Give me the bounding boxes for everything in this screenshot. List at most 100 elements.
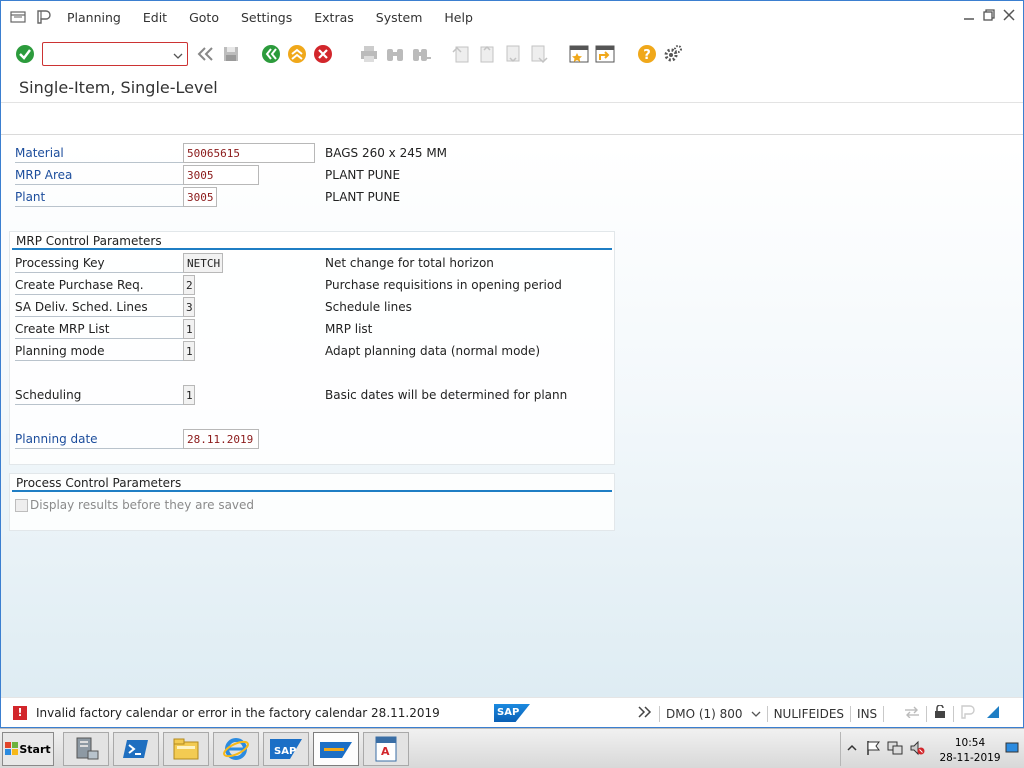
error-icon: ! — [13, 705, 27, 720]
clock[interactable]: 10:54 28-11-2019 — [935, 736, 1005, 766]
taskbar-sap-gui[interactable] — [313, 732, 359, 766]
menu-edit[interactable]: Edit — [143, 10, 167, 25]
enter-icon[interactable] — [14, 43, 36, 65]
scheduling-input[interactable]: 1 — [183, 385, 195, 405]
taskbar-file-explorer[interactable] — [163, 732, 209, 766]
show-hidden-icons-icon[interactable] — [847, 742, 857, 756]
status-divider — [850, 705, 852, 722]
flag-icon[interactable] — [865, 740, 881, 759]
status-message[interactable]: Invalid factory calendar or error in the… — [36, 706, 440, 720]
taskbar-powershell[interactable] — [113, 732, 159, 766]
display-results-checkbox[interactable] — [15, 498, 28, 512]
restore-icon[interactable] — [983, 9, 995, 21]
expand-status-icon[interactable] — [637, 706, 653, 721]
volume-muted-icon[interactable] — [909, 740, 925, 759]
menu-system[interactable]: System — [376, 10, 423, 25]
cancel-icon[interactable] — [312, 43, 334, 65]
processing-key-description: Net change for total horizon — [325, 256, 494, 270]
planning-mode-input[interactable]: 1 — [183, 341, 195, 361]
customize-layout-icon[interactable] — [662, 43, 684, 65]
resize-grip-icon[interactable] — [986, 705, 1000, 722]
process-control-title: Process Control Parameters — [12, 474, 612, 492]
plant-label: Plant — [15, 187, 183, 207]
svg-text:A: A — [381, 745, 390, 758]
taskbar-sap-logon[interactable]: SAP — [263, 732, 309, 766]
create-mrp-list-row: Create MRP List 1 MRP list — [15, 319, 615, 339]
scheduling-description: Basic dates will be determined for plann — [325, 388, 568, 402]
save-icon[interactable] — [220, 43, 242, 65]
system-id: DMO (1) 800 — [666, 706, 743, 721]
material-input[interactable]: 50065615 — [183, 143, 315, 163]
status-bar: ! Invalid factory calendar or error in t… — [1, 697, 1023, 727]
title-bar: Single-Item, Single-Level — [1, 71, 1023, 103]
create-mrp-list-description: MRP list — [325, 322, 373, 336]
create-mrp-list-label: Create MRP List — [15, 319, 183, 339]
sap-menu-icon[interactable] — [35, 10, 53, 24]
create-purchase-req-label: Create Purchase Req. — [15, 275, 183, 295]
first-page-icon[interactable] — [450, 43, 472, 65]
shortcut-icon[interactable] — [594, 43, 616, 65]
menu-goto[interactable]: Goto — [189, 10, 219, 25]
standard-toolbar: ? — [1, 37, 1023, 71]
status-divider — [659, 705, 660, 722]
material-description: BAGS 260 x 245 MM — [325, 146, 448, 160]
document-icon: A — [375, 736, 397, 762]
display-results-row: Display results before they are saved — [15, 498, 254, 512]
back-arrows-icon[interactable] — [194, 43, 216, 65]
help-icon[interactable]: ? — [636, 43, 658, 65]
back-icon[interactable] — [260, 43, 282, 65]
menu-toggle-icon[interactable] — [9, 10, 27, 24]
material-label: Material — [15, 143, 183, 163]
scheduling-row: Scheduling 1 Basic dates will be determi… — [15, 385, 615, 405]
find-next-icon[interactable] — [410, 43, 432, 65]
taskbar-internet-explorer[interactable] — [213, 732, 259, 766]
server-manager-icon — [76, 737, 99, 760]
planning-mode-row: Planning mode 1 Adapt planning data (nor… — [15, 341, 615, 361]
plant-input[interactable]: 3005 — [183, 187, 217, 207]
system-tray: 10:54 28-11-2019 — [840, 732, 1022, 766]
input-mode[interactable]: INS — [857, 707, 877, 721]
create-session-icon[interactable] — [568, 43, 590, 65]
command-field[interactable] — [42, 42, 188, 66]
show-desktop-icon[interactable] — [1005, 742, 1019, 757]
lock-icon[interactable] — [933, 704, 947, 722]
previous-page-icon[interactable] — [476, 43, 498, 65]
command-input[interactable] — [47, 44, 167, 64]
print-icon[interactable] — [358, 43, 380, 65]
connection-icon — [904, 706, 920, 721]
planning-mode-label: Planning mode — [15, 341, 183, 361]
network-icon[interactable] — [887, 740, 903, 759]
mrp-area-description: PLANT PUNE — [325, 168, 401, 182]
svg-text:SAP: SAP — [274, 746, 296, 757]
planning-date-input[interactable]: 28.11.2019 — [183, 429, 259, 449]
next-page-icon[interactable] — [502, 43, 524, 65]
sa-deliv-input[interactable]: 3 — [183, 297, 195, 317]
create-purchase-req-input[interactable]: 2 — [183, 275, 195, 295]
start-label: Start — [19, 742, 51, 756]
processing-key-input[interactable]: NETCH — [183, 253, 223, 273]
chevron-down-icon[interactable] — [173, 49, 183, 63]
menu-planning[interactable]: Planning — [67, 10, 121, 25]
exit-icon[interactable] — [286, 43, 308, 65]
close-icon[interactable] — [1003, 9, 1015, 21]
last-page-icon[interactable] — [528, 43, 550, 65]
system-dropdown-icon[interactable] — [751, 707, 761, 721]
menu-extras[interactable]: Extras — [314, 10, 354, 25]
planning-mode-description: Adapt planning data (normal mode) — [325, 344, 541, 358]
sap-logon-icon: SAP — [270, 739, 302, 759]
find-icon[interactable] — [384, 43, 406, 65]
minimize-icon[interactable] — [963, 9, 975, 21]
mrp-area-input[interactable]: 3005 — [183, 165, 259, 185]
start-button[interactable]: Start — [2, 732, 54, 766]
menu-bar: Planning Edit Goto Settings Extras Syste… — [1, 1, 1023, 33]
powershell-icon — [123, 740, 148, 758]
mrp-control-title: MRP Control Parameters — [12, 232, 612, 250]
menu-help[interactable]: Help — [444, 10, 473, 25]
create-purchase-req-description: Purchase requisitions in opening period — [325, 278, 562, 292]
server-name: NULIFEIDES — [773, 706, 845, 721]
taskbar-document[interactable]: A — [363, 732, 409, 766]
mrp-area-row: MRP Area 3005 PLANT PUNE — [15, 165, 615, 185]
create-mrp-list-input[interactable]: 1 — [183, 319, 195, 339]
menu-settings[interactable]: Settings — [241, 10, 292, 25]
taskbar-server-manager[interactable] — [63, 732, 109, 766]
